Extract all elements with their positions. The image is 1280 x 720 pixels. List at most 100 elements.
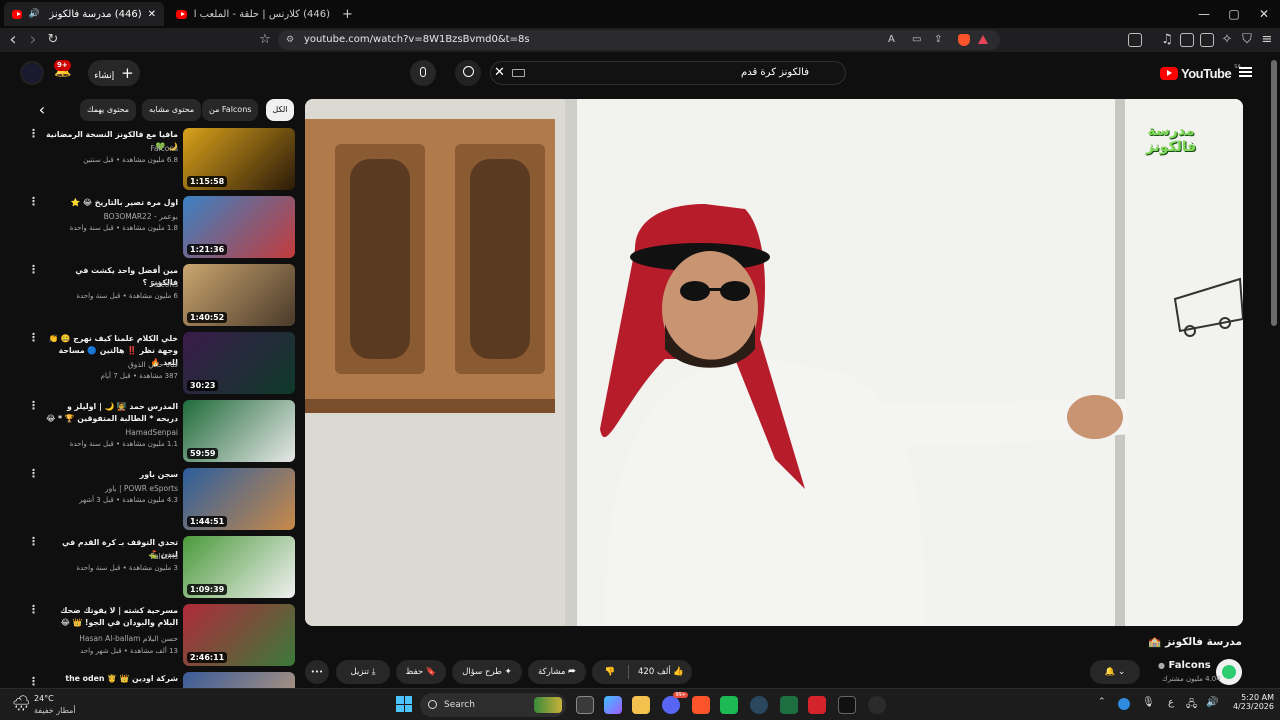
wallet-icon[interactable] [1200, 33, 1214, 47]
steam-icon[interactable] [750, 696, 768, 714]
capcut-icon[interactable] [838, 696, 856, 714]
guide-menu-icon[interactable] [1239, 67, 1252, 77]
media-player-icon[interactable] [720, 696, 738, 714]
more-options-icon[interactable]: ⋮ [28, 536, 39, 547]
browser-tab[interactable]: (446) كلارنس | حلقة - الملعب المفقود [168, 2, 338, 26]
rewards-icon[interactable] [978, 35, 988, 44]
video-title[interactable]: سجن باور [46, 469, 178, 481]
tab-close-icon[interactable]: ✕ [148, 9, 156, 20]
more-actions-button[interactable]: ••• [305, 660, 329, 684]
recommendation-item[interactable]: 1:15:58 مافيا مع فالكونز النسخة الرمضاني… [20, 128, 296, 192]
site-info-icon[interactable]: ⚙ [286, 30, 294, 50]
bookmark-icon[interactable]: ☆ [256, 31, 274, 49]
video-title[interactable]: اول مرة تصير بالتاريخ 😂 ⭐ [46, 197, 178, 209]
close-window-button[interactable]: ✕ [1250, 4, 1278, 24]
search-button[interactable] [455, 60, 481, 86]
search-clear-icon[interactable]: ✕ [494, 65, 505, 80]
recommendation-item[interactable]: 1:09:39 تحدي التوقف بـ كرة القدم في لندن… [20, 536, 296, 600]
save-button[interactable]: حفظ 🔖 [396, 660, 446, 684]
task-view-icon[interactable] [576, 696, 594, 714]
channel-name[interactable]: Falcons [46, 552, 178, 561]
mic-tray-icon[interactable]: 🎙 [1142, 697, 1155, 708]
tray-overflow-icon[interactable]: ⌃ [1098, 697, 1106, 707]
channel-name[interactable]: ● Falcons [1158, 660, 1211, 671]
more-options-icon[interactable]: ⋮ [28, 400, 39, 411]
recommendation-item[interactable]: 1:44:51 سجن باور POWR eSports | باور 4.3… [20, 468, 296, 532]
share-button[interactable]: مشاركة ⮫ [528, 660, 586, 684]
subscription-bell-button[interactable]: 🔔 ⌄ [1090, 660, 1140, 684]
sidebar-panel-icon[interactable] [1128, 33, 1142, 47]
dislike-button[interactable]: 👎 [598, 660, 622, 684]
keyboard-icon[interactable] [512, 69, 525, 77]
channel-name[interactable]: Falcons [46, 280, 178, 289]
more-options-icon[interactable]: ⋮ [28, 196, 39, 207]
browser-tab-active[interactable]: 🔊 (446) مدرسة فالكونز 🏫 - YouTube ✕ [4, 2, 164, 26]
more-options-icon[interactable]: ⋮ [28, 264, 39, 275]
download-button[interactable]: تنزيل ⤓ [336, 660, 390, 684]
recommendation-item[interactable]: 1:21:36 اول مرة تصير بالتاريخ 😂 ⭐ بوعمر … [20, 196, 296, 260]
like-button[interactable]: 420 ألف 👍 [632, 660, 690, 684]
discord-icon[interactable]: 99+ [662, 692, 688, 714]
video-thumbnail[interactable]: 30:23 [183, 332, 295, 394]
minimize-button[interactable]: — [1190, 4, 1218, 24]
taskbar-search[interactable]: Search [420, 693, 566, 717]
account-avatar[interactable] [20, 61, 44, 85]
channel-name[interactable]: POWR eSports | باور [46, 484, 178, 493]
chatgpt-icon[interactable] [868, 696, 886, 714]
recommendation-item[interactable]: 59:59 المدرس حمد 🧑‍🏫 🌙 | اوليلز و دريحه … [20, 400, 296, 464]
cast-icon[interactable]: ▭ [912, 30, 921, 50]
more-options-icon[interactable]: ⋮ [28, 604, 39, 615]
search-input[interactable]: فالكونز كرة قدم [490, 61, 846, 85]
speaker-icon[interactable]: 🔊 [28, 9, 39, 19]
more-options-icon[interactable]: ⋮ [28, 468, 39, 479]
voice-search-button[interactable] [410, 60, 436, 86]
chip-personal[interactable]: محتوى يهمك [80, 99, 137, 121]
translate-icon[interactable]: A [888, 30, 895, 50]
recommendation-item[interactable]: شركة اودين 👑 🤴 the oden ⋮ [20, 672, 296, 688]
youtube-logo[interactable]: YouTube SA [1160, 64, 1241, 82]
weather-widget[interactable]: 🌧 24°C أمطار خفيفة [12, 692, 92, 718]
video-thumbnail[interactable]: 59:59 [183, 400, 295, 462]
menu-icon[interactable]: ≡ [1258, 31, 1276, 49]
video-title[interactable]: مسرحية كشته | لا يفوتك ضحك البلام والبود… [46, 605, 178, 629]
start-button[interactable] [396, 696, 412, 712]
more-options-icon[interactable]: ⋮ [28, 332, 39, 343]
leo-ai-icon[interactable]: ✧ [1218, 31, 1236, 49]
recommendation-item[interactable]: 2:46:11 مسرحية كشته | لا يفوتك ضحك البلا… [20, 604, 296, 668]
video-thumbnail[interactable]: 1:09:39 [183, 536, 295, 598]
url-field[interactable]: ⚙ youtube.com/watch?v=8W1BzsBvmd0&t=8s A… [278, 30, 1000, 50]
back-button[interactable]: ‹ [4, 31, 22, 49]
chip-related[interactable]: محتوى مشابه [142, 99, 202, 121]
brave-browser-icon[interactable] [692, 696, 710, 714]
video-thumbnail[interactable]: 1:44:51 [183, 468, 295, 530]
share-page-icon[interactable]: ⇪ [934, 30, 942, 50]
create-button[interactable]: إنشاء + [88, 60, 140, 86]
clock[interactable]: 5:20 AM 4/23/2026 [1228, 693, 1274, 711]
ask-button[interactable]: طرح سؤال ✦ [452, 660, 522, 684]
forward-button[interactable]: › [24, 31, 42, 49]
new-tab-button[interactable]: + [334, 2, 361, 26]
copilot-icon[interactable] [604, 696, 622, 714]
video-thumbnail[interactable]: 1:40:52 [183, 264, 295, 326]
media-icon[interactable]: ♫ [1158, 31, 1176, 49]
recommendation-item[interactable]: 30:23 خلي الكلام علمنا كيف نهرج 🤐 👏 وجهة… [20, 332, 296, 396]
vpn-shield-icon[interactable]: ⛉ [1238, 31, 1256, 49]
more-options-icon[interactable]: ⋮ [28, 128, 39, 139]
video-title[interactable]: المدرس حمد 🧑‍🏫 🌙 | اوليلز و دريحه * الطا… [46, 401, 178, 425]
brave-shield-icon[interactable] [958, 34, 970, 46]
more-options-icon[interactable]: ⋮ [28, 676, 39, 687]
video-player[interactable]: مدرسة فالكونز [305, 99, 1243, 626]
video-thumbnail[interactable]: 1:21:36 [183, 196, 295, 258]
channel-name[interactable]: HamadSenpai [46, 428, 178, 437]
page-scrollbar[interactable] [1271, 60, 1277, 326]
video-thumbnail[interactable]: 2:46:11 [183, 604, 295, 666]
chip-from-channel[interactable]: من Falcons [202, 99, 259, 121]
reload-button[interactable]: ↻ [44, 31, 62, 49]
video-thumbnail[interactable] [183, 672, 295, 688]
channel-name[interactable]: بوعمر - BO3OMAR22 [46, 212, 178, 221]
acrobat-icon[interactable] [808, 696, 826, 714]
video-title[interactable]: شركة اودين 👑 🤴 the oden [46, 673, 178, 685]
edge-tray-icon[interactable] [1118, 698, 1130, 710]
recommendation-item[interactable]: 1:40:52 مين أفضل واحد يكشت في فالكونز ؟ … [20, 264, 296, 328]
network-icon[interactable]: 🖧 [1186, 697, 1197, 714]
